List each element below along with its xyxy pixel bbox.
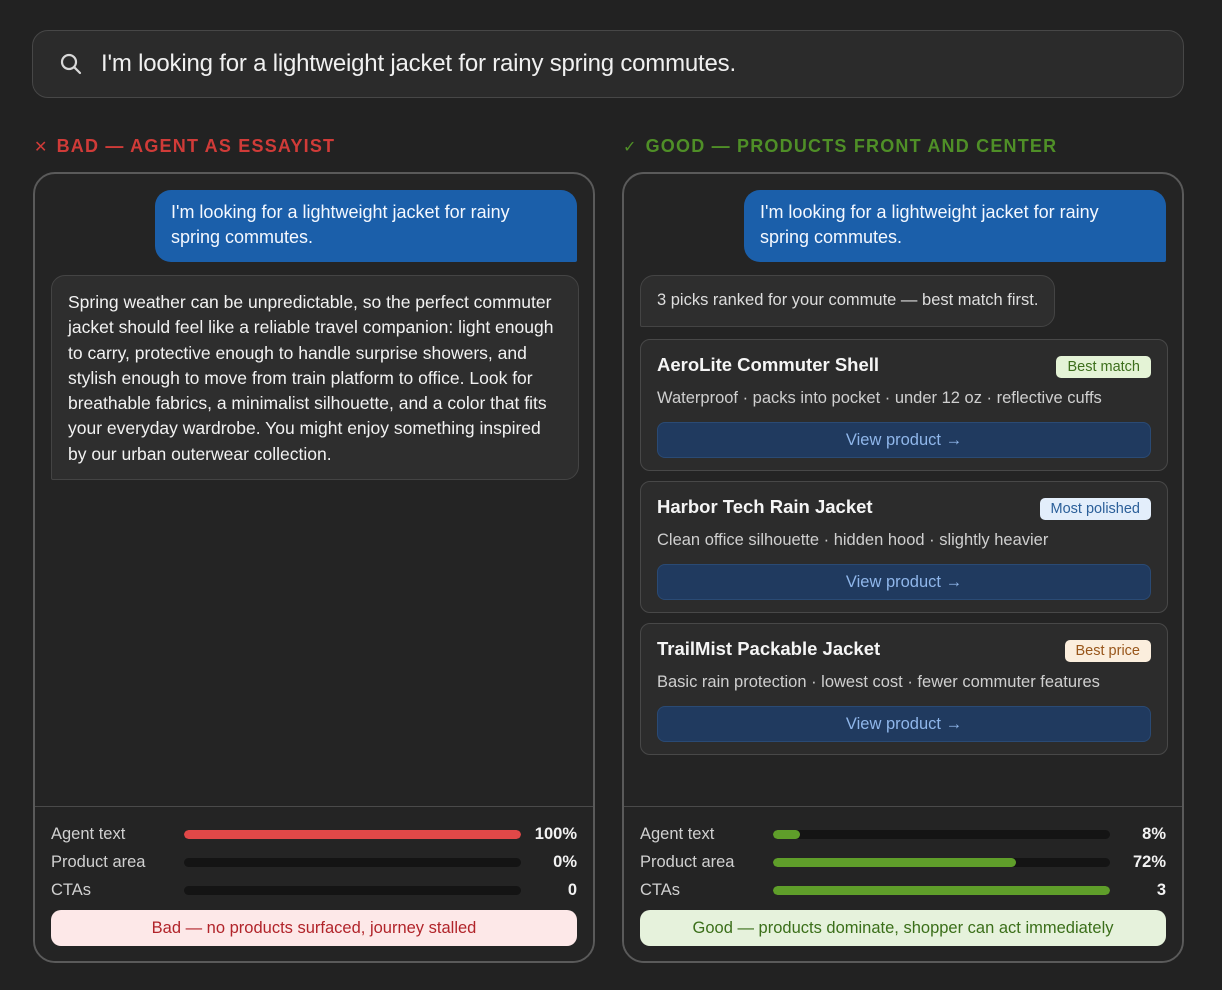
bad-heading-text: BAD — AGENT AS ESSAYIST	[56, 136, 336, 156]
product-name[interactable]: AeroLite Commuter Shell	[657, 354, 879, 376]
metric-track	[184, 857, 521, 867]
metric-label: Product area	[640, 852, 735, 871]
metric-fill	[773, 857, 1016, 867]
metric-value: 0%	[553, 852, 577, 871]
product-badge: Best match	[1056, 356, 1151, 378]
good-heading: ✓ GOOD — PRODUCTS FRONT AND CENTER	[623, 136, 1057, 157]
product-card-harbor-tech: Harbor Tech Rain Jacket Most polished Cl…	[640, 481, 1168, 613]
agent-essay-message: Spring weather can be unpredictable, so …	[51, 275, 579, 481]
metric-track	[773, 885, 1110, 895]
metric-track	[184, 885, 521, 895]
good-metrics: Agent text 8% Product area 72% CTAs 3 Go…	[624, 806, 1182, 961]
metric-track	[773, 857, 1110, 867]
view-product-button[interactable]: View product →	[657, 564, 1151, 600]
product-card-trailmist: TrailMist Packable Jacket Best price Bas…	[640, 623, 1168, 755]
metric-row-ctas: CTAs 3	[640, 879, 1166, 901]
metric-fill	[184, 829, 521, 839]
product-description: Clean office silhouette · hidden hood · …	[657, 531, 1049, 549]
product-name[interactable]: Harbor Tech Rain Jacket	[657, 496, 873, 518]
good-heading-text: GOOD — PRODUCTS FRONT AND CENTER	[645, 136, 1058, 156]
good-verdict-banner: Good — products dominate, shopper can ac…	[640, 910, 1166, 946]
good-chat-panel: I'm looking for a lightweight jacket for…	[622, 172, 1184, 963]
metric-value: 0	[567, 880, 577, 899]
check-mark-icon: ✓	[623, 138, 638, 156]
metric-track	[184, 829, 521, 839]
metric-fill	[773, 829, 800, 839]
metric-track	[773, 829, 1110, 839]
x-mark-icon: ✕	[34, 138, 49, 156]
user-message: I'm looking for a lightweight jacket for…	[744, 190, 1166, 262]
product-badge: Most polished	[1039, 498, 1151, 520]
bad-metrics: Agent text 100% Product area 0% CTAs 0 B…	[35, 806, 593, 961]
metric-row-ctas: CTAs 0	[51, 879, 577, 901]
view-product-button[interactable]: View product →	[657, 706, 1151, 742]
product-description: Waterproof · packs into pocket · under 1…	[657, 389, 1102, 407]
metric-value: 72%	[1132, 852, 1166, 871]
view-product-button[interactable]: View product →	[657, 422, 1151, 458]
metric-label: Product area	[51, 852, 146, 871]
search-icon	[60, 53, 82, 75]
product-card-aerolite: AeroLite Commuter Shell Best match Water…	[640, 339, 1168, 471]
metric-value: 100%	[534, 824, 577, 843]
product-description: Basic rain protection · lowest cost · fe…	[657, 673, 1100, 691]
search-bar[interactable]: I'm looking for a lightweight jacket for…	[32, 30, 1184, 98]
metric-row-agent-text: Agent text 100%	[51, 823, 577, 845]
metric-label: CTAs	[640, 880, 681, 899]
product-name[interactable]: TrailMist Packable Jacket	[657, 638, 880, 660]
metric-label: CTAs	[51, 880, 92, 899]
metric-label: Agent text	[640, 824, 715, 843]
metric-row-product-area: Product area 72%	[640, 851, 1166, 873]
metric-value: 8%	[1142, 824, 1166, 843]
product-badge: Best price	[1064, 640, 1151, 662]
bad-chat-panel: I'm looking for a lightweight jacket for…	[33, 172, 595, 963]
bad-heading: ✕ BAD — AGENT AS ESSAYIST	[34, 136, 335, 157]
search-query[interactable]: I'm looking for a lightweight jacket for…	[101, 50, 736, 78]
metric-label: Agent text	[51, 824, 126, 843]
user-message: I'm looking for a lightweight jacket for…	[155, 190, 577, 262]
bad-verdict-banner: Bad — no products surfaced, journey stal…	[51, 910, 577, 946]
agent-summary-message: 3 picks ranked for your commute — best m…	[640, 275, 1056, 327]
metric-fill	[773, 885, 1110, 895]
metric-row-agent-text: Agent text 8%	[640, 823, 1166, 845]
metric-row-product-area: Product area 0%	[51, 851, 577, 873]
metric-value: 3	[1156, 880, 1166, 899]
